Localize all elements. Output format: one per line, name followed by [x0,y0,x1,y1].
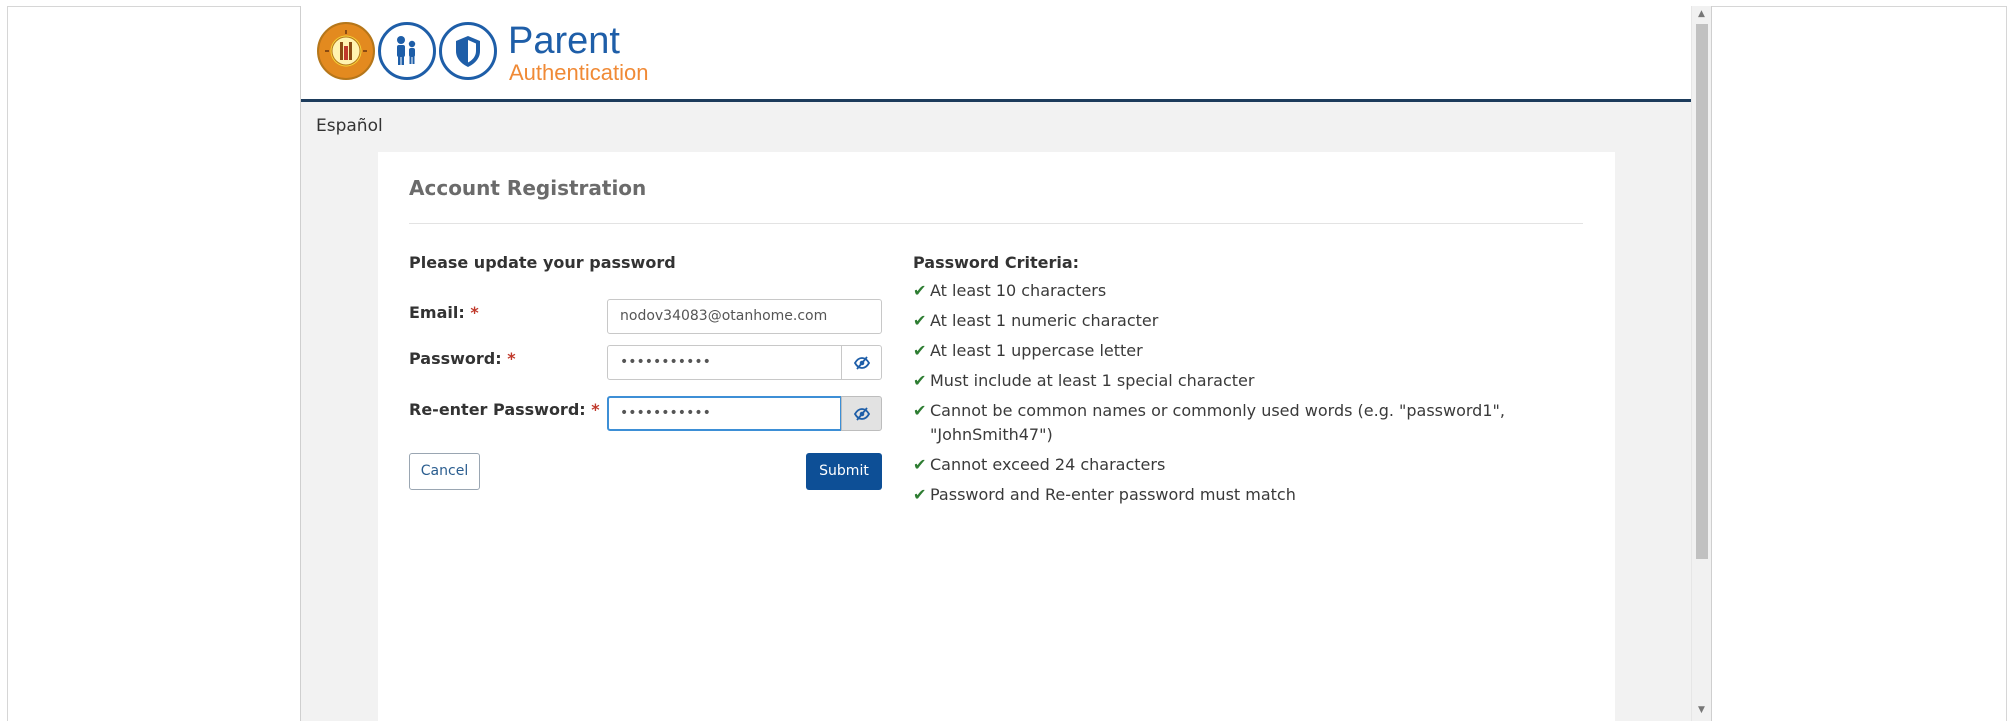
page-viewport: Parent Authentication Español Account Re… [300,6,1712,721]
district-seal-icon [317,22,375,80]
scrollbar-thumb[interactable] [1696,24,1708,559]
criteria-text: Cannot exceed 24 characters [930,455,1166,474]
required-marker: * [470,303,479,322]
password-label: Password: * [409,349,516,368]
criteria-list: ✔ At least 10 characters ✔ At least 1 nume… [913,279,1513,513]
email-label-text: Email: [409,303,465,322]
brand-subtitle: Authentication [509,60,649,85]
title-divider [409,223,1583,224]
email-label: Email: * [409,303,479,322]
criteria-item: ✔ Password and Re-enter password must mat… [913,483,1513,507]
criteria-text: Must include at least 1 special characte… [930,371,1255,390]
cancel-button[interactable]: Cancel [409,453,480,490]
toggle-password-visibility-button[interactable] [841,345,882,380]
criteria-text: Cannot be common names or commonly used … [930,401,1505,444]
checkmark-icon: ✔ [913,371,927,390]
parent-child-icon [378,22,436,80]
criteria-item: ✔ Cannot be common names or commonly used… [913,399,1513,447]
checkmark-icon: ✔ [913,311,927,330]
password-field[interactable]: ••••••••••• [607,345,842,380]
checkmark-icon: ✔ [913,341,927,360]
required-marker: * [591,400,600,419]
eye-slash-icon [854,356,870,370]
brand-title: Parent [508,20,620,62]
criteria-item: ✔ Must include at least 1 special charact… [913,369,1513,393]
criteria-text: At least 1 uppercase letter [930,341,1143,360]
form-section-title: Please update your password [409,253,676,272]
checkmark-icon: ✔ [913,281,927,300]
eye-slash-icon [854,407,870,421]
scroll-up-arrow-icon[interactable]: ▲ [1692,9,1711,25]
shield-icon [439,22,497,80]
page-title: Account Registration [409,176,647,200]
criteria-title: Password Criteria: [913,253,1080,272]
site-header: Parent Authentication [301,6,1693,102]
language-toggle-link[interactable]: Español [316,116,383,136]
criteria-text: At least 10 characters [930,281,1107,300]
reenter-password-label-text: Re-enter Password: [409,400,586,419]
criteria-item: ✔ At least 1 uppercase letter [913,339,1513,363]
toggle-reenter-visibility-button[interactable] [841,396,882,431]
email-field[interactable]: nodov34083@otanhome.com [607,299,882,334]
reenter-password-label: Re-enter Password: * [409,400,600,419]
reenter-password-field[interactable]: ••••••••••• [607,396,842,431]
vertical-scrollbar[interactable]: ▲ ▼ [1691,6,1711,721]
checkmark-icon: ✔ [913,485,927,504]
criteria-item: ✔ Cannot exceed 24 characters [913,453,1513,477]
checkmark-icon: ✔ [913,401,927,420]
required-marker: * [507,349,516,368]
criteria-text: At least 1 numeric character [930,311,1159,330]
criteria-text: Password and Re-enter password must matc… [930,485,1296,504]
registration-card: Account Registration Please update your … [378,152,1615,721]
submit-button[interactable]: Submit [806,453,882,490]
checkmark-icon: ✔ [913,455,927,474]
scroll-down-arrow-icon[interactable]: ▼ [1692,705,1711,721]
criteria-item: ✔ At least 1 numeric character [913,309,1513,333]
password-label-text: Password: [409,349,502,368]
criteria-item: ✔ At least 10 characters [913,279,1513,303]
